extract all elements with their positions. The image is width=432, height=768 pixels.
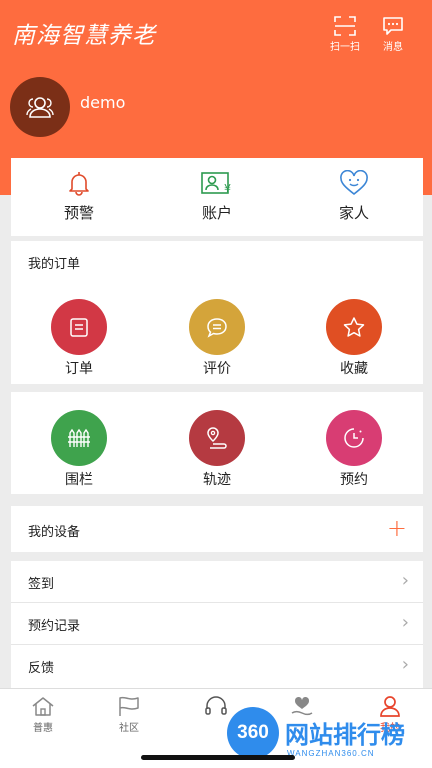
add-device-button[interactable]: + xyxy=(387,514,407,542)
family-label: 家人 xyxy=(338,204,369,222)
track-button[interactable]: 轨迹 xyxy=(167,410,267,489)
watermark-text: 网站排行榜 xyxy=(285,721,405,749)
appointment-button[interactable]: 预约 xyxy=(304,410,404,489)
comment-circle xyxy=(189,299,245,355)
order-label: 订单 xyxy=(65,361,93,377)
warning-button[interactable]: 预警 xyxy=(29,170,129,223)
menu-list: 签到 › 预约记录 › 反馈 › xyxy=(11,561,423,688)
devices-section[interactable]: 我的设备 + xyxy=(11,506,423,552)
users-icon xyxy=(26,97,54,118)
account-icon: ¥ xyxy=(201,172,231,195)
order-icon xyxy=(70,318,88,337)
track-label: 轨迹 xyxy=(203,472,231,488)
avatar[interactable] xyxy=(10,77,70,137)
favorite-circle xyxy=(326,299,382,355)
menu-item-label: 预约记录 xyxy=(28,619,81,634)
fence-circle xyxy=(51,410,107,466)
heart-icon xyxy=(340,170,368,196)
favorite-button[interactable]: 收藏 xyxy=(304,299,404,378)
home-icon xyxy=(32,697,54,716)
menu-item-feedback[interactable]: 反馈 › xyxy=(11,645,423,687)
chevron-right-icon: › xyxy=(401,570,409,591)
track-icon xyxy=(207,427,227,449)
message-icon xyxy=(383,17,403,35)
menu-item-checkin[interactable]: 签到 › xyxy=(11,561,423,603)
comment-label: 评价 xyxy=(203,361,231,377)
orders-title: 我的订单 xyxy=(28,257,81,272)
chevron-right-icon: › xyxy=(401,654,409,675)
orders-section: 我的订单 订单 评价 收藏 xyxy=(11,241,423,384)
svg-text:¥: ¥ xyxy=(224,182,231,195)
menu-item-label: 反馈 xyxy=(28,661,55,676)
comment-button[interactable]: 评价 xyxy=(167,299,267,378)
track-circle xyxy=(189,410,245,466)
scan-icon xyxy=(334,16,356,36)
account-button[interactable]: ¥ 账户 xyxy=(167,170,267,223)
fence-icon xyxy=(68,428,90,447)
app-logo: 南海智慧养老 xyxy=(12,23,156,49)
home-indicator xyxy=(141,755,295,760)
order-circle xyxy=(51,299,107,355)
comment-icon xyxy=(207,318,227,338)
tab-label: 社区 xyxy=(119,723,139,734)
favorite-label: 收藏 xyxy=(340,361,368,377)
tab-community[interactable]: 社区 xyxy=(99,695,159,734)
chevron-right-icon: › xyxy=(401,612,409,633)
appointment-label: 预约 xyxy=(340,472,368,488)
menu-item-label: 签到 xyxy=(28,577,55,592)
tab-puhui[interactable]: 普惠 xyxy=(13,695,73,734)
username: demo xyxy=(80,93,126,112)
star-icon xyxy=(343,317,365,337)
fence-label: 围栏 xyxy=(65,472,93,488)
clock-icon xyxy=(344,428,364,448)
watermark-badge: 360 xyxy=(227,707,279,759)
menu-item-appointment-records[interactable]: 预约记录 › xyxy=(11,603,423,645)
bell-icon xyxy=(69,172,89,196)
tools-section: 围栏 轨迹 预约 xyxy=(11,392,423,494)
watermark-subtext: WANGZHAN360.CN xyxy=(287,749,375,758)
devices-title: 我的设备 xyxy=(28,525,81,540)
account-label: 账户 xyxy=(201,204,232,222)
fence-button[interactable]: 围栏 xyxy=(29,410,129,489)
scan-button[interactable]: 扫一扫 xyxy=(325,16,365,53)
tab-label: 普惠 xyxy=(33,723,53,734)
message-button[interactable]: 消息 xyxy=(373,16,413,53)
order-button[interactable]: 订单 xyxy=(29,299,129,378)
family-button[interactable]: 家人 xyxy=(304,170,404,223)
appointment-circle xyxy=(326,410,382,466)
quick-actions: 预警 ¥ 账户 家人 xyxy=(11,158,423,236)
flag-icon xyxy=(119,696,139,716)
message-label: 消息 xyxy=(383,42,403,53)
scan-label: 扫一扫 xyxy=(330,42,360,53)
warning-label: 预警 xyxy=(63,204,94,222)
